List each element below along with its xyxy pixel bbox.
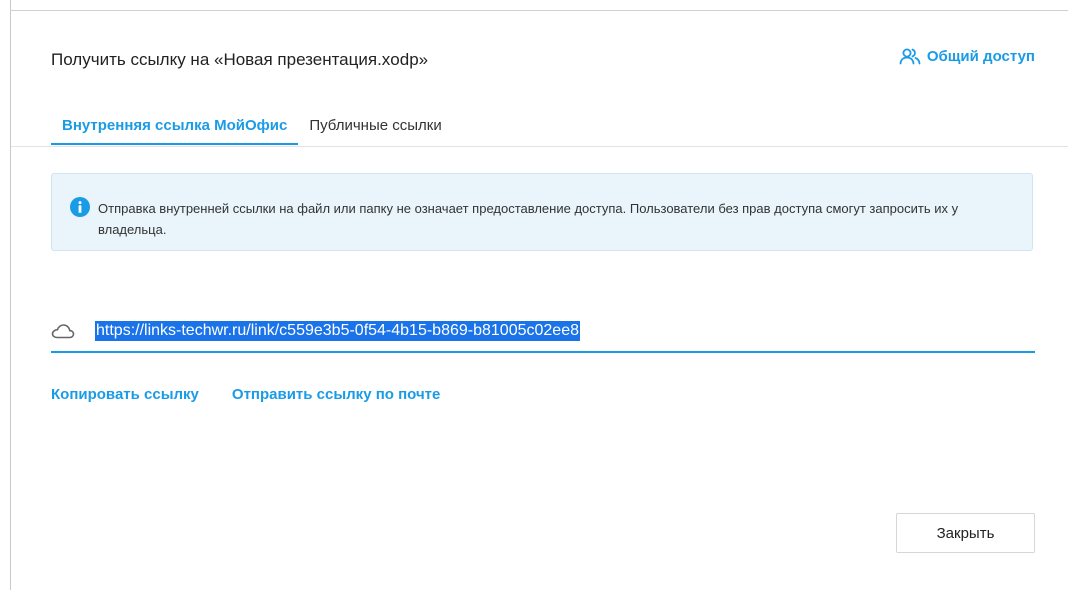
close-button[interactable]: Закрыть bbox=[896, 513, 1035, 553]
shared-access-button[interactable]: Общий доступ bbox=[899, 47, 1035, 65]
info-text: Отправка внутренней ссылки на файл или п… bbox=[98, 201, 959, 237]
users-icon bbox=[899, 48, 921, 65]
tab-public-links[interactable]: Публичные ссылки bbox=[298, 112, 452, 146]
info-notice: Отправка внутренней ссылки на файл или п… bbox=[51, 173, 1033, 251]
copy-link-button[interactable]: Копировать ссылку bbox=[51, 386, 199, 403]
email-link-button[interactable]: Отправить ссылку по почте bbox=[232, 386, 440, 403]
info-icon bbox=[70, 197, 90, 217]
link-field-underline bbox=[51, 351, 1035, 353]
link-type-tabs: Внутренняя ссылка МойОфис Публичные ссыл… bbox=[51, 112, 453, 146]
link-url-text[interactable]: https://links-techwr.ru/link/c559e3b5-0f… bbox=[95, 321, 580, 341]
dialog-title: Получить ссылку на «Новая презентация.xo… bbox=[51, 50, 429, 69]
cloud-icon bbox=[51, 324, 75, 339]
shared-access-label: Общий доступ bbox=[926, 47, 1035, 65]
dialog-top-border bbox=[10, 10, 1068, 11]
tab-internal-link[interactable]: Внутренняя ссылка МойОфис bbox=[51, 112, 299, 146]
dialog-left-border bbox=[10, 0, 11, 590]
link-actions: Копировать ссылку Отправить ссылку по по… bbox=[51, 386, 440, 403]
link-field[interactable]: https://links-techwr.ru/link/c559e3b5-0f… bbox=[51, 318, 1035, 353]
tabs-divider bbox=[11, 146, 1068, 147]
share-link-dialog: Получить ссылку на «Новая презентация.xo… bbox=[0, 0, 1068, 590]
